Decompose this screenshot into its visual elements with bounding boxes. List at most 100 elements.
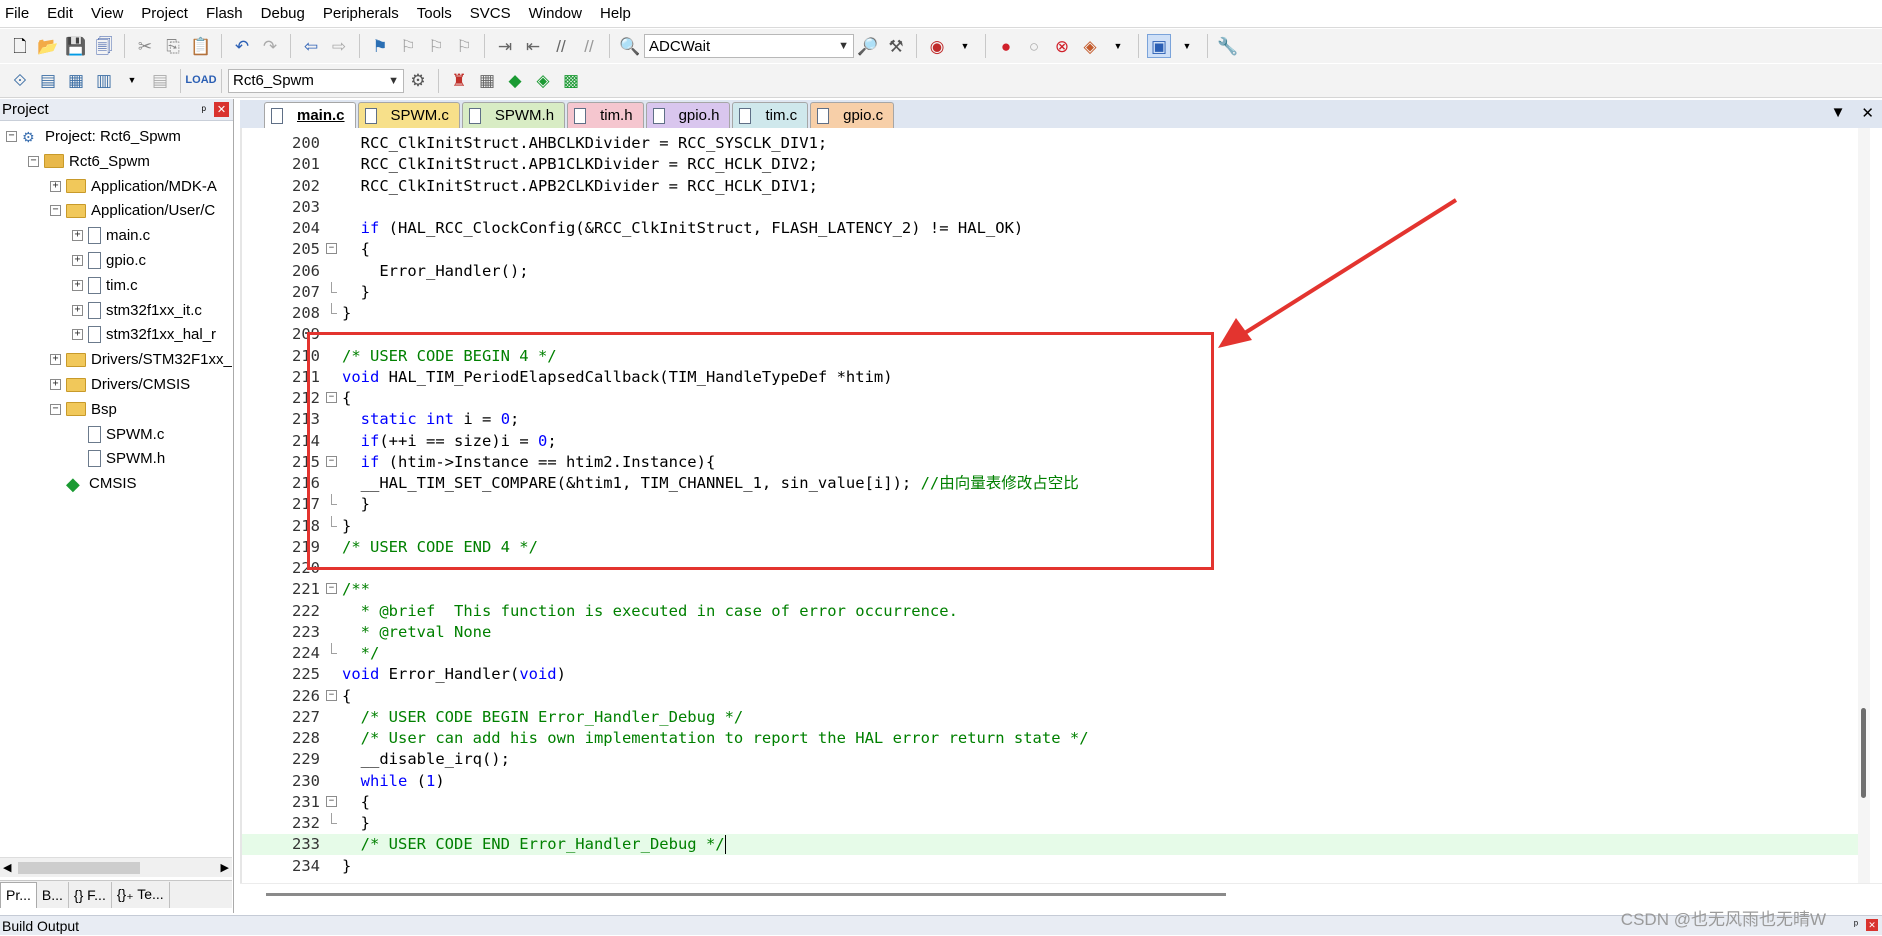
menu-item-window[interactable]: Window xyxy=(520,0,591,28)
menu-item-edit[interactable]: Edit xyxy=(38,0,82,28)
menu-item-svcs[interactable]: SVCS xyxy=(461,0,520,28)
find-icon[interactable]: 🔎 xyxy=(856,34,880,58)
close-icon[interactable]: ✕ xyxy=(214,102,229,117)
menu-item-peripherals[interactable]: Peripherals xyxy=(314,0,408,28)
tree-node[interactable]: + stm32f1xx_it.c xyxy=(72,298,202,323)
tree-node[interactable]: + tim.c xyxy=(72,273,138,298)
undo-icon[interactable]: ↶ xyxy=(230,34,254,58)
editor-tab[interactable]: gpio.h xyxy=(645,102,731,128)
open-folder-icon[interactable]: 📂 xyxy=(36,34,60,58)
menu-item-project[interactable]: Project xyxy=(132,0,197,28)
expand-icon[interactable]: + xyxy=(72,304,83,316)
code-line[interactable]: 208} xyxy=(242,303,1870,324)
code-line[interactable]: 201 RCC_ClkInitStruct.APB1CLKDivider = R… xyxy=(242,154,1870,175)
tree-horizontal-scrollbar[interactable]: ◀ ▶ xyxy=(0,857,232,877)
tree-node[interactable]: − Bsp xyxy=(50,397,117,422)
tree-node[interactable]: − Rct6_Spwm xyxy=(28,149,150,174)
menu-item-flash[interactable]: Flash xyxy=(197,0,252,28)
code-line[interactable]: 210 /* USER CODE BEGIN 4 */ xyxy=(242,346,1870,367)
target-options-icon[interactable]: ⚙ xyxy=(406,69,430,93)
breakpoint-disable-all-icon[interactable]: ◈ xyxy=(1078,34,1102,58)
bookmark-prev-icon[interactable]: ⚐ xyxy=(396,34,420,58)
collapse-icon[interactable]: − xyxy=(50,403,61,415)
panel-tab[interactable]: {}₊ Te... xyxy=(112,881,170,908)
editor-vertical-scrollbar[interactable] xyxy=(1858,128,1870,883)
expand-icon[interactable]: + xyxy=(50,354,61,366)
nav-back-icon[interactable]: ⇦ xyxy=(299,34,323,58)
find-in-files-icon[interactable]: 🔍 xyxy=(618,34,642,58)
menu-item-file[interactable]: File xyxy=(0,0,38,28)
new-file-icon[interactable]: 🗋 xyxy=(8,34,32,58)
tree-node[interactable]: + Application/MDK-A xyxy=(50,174,217,199)
fold-gutter[interactable]: − xyxy=(326,452,338,473)
code-line[interactable]: 205− { xyxy=(242,239,1870,260)
tree-node[interactable]: + stm32f1xx_hal_r xyxy=(72,322,216,347)
code-line[interactable]: 214 if(++i == size)i = 0; xyxy=(242,431,1870,452)
bookmark-next-icon[interactable]: ⚐ xyxy=(424,34,448,58)
collapse-icon[interactable]: − xyxy=(326,689,337,701)
menu-item-view[interactable]: View xyxy=(82,0,132,28)
editor-horizontal-scrollbar[interactable] xyxy=(240,883,1882,903)
code-line[interactable]: 209 xyxy=(242,324,1870,345)
expand-icon[interactable]: + xyxy=(72,255,83,266)
code-line[interactable]: 230 while (1) xyxy=(242,771,1870,792)
tree-node[interactable]: + main.c xyxy=(72,223,150,248)
code-line[interactable]: 217 } xyxy=(242,494,1870,515)
comment-icon[interactable]: // xyxy=(549,34,573,58)
editor-tab[interactable]: gpio.c xyxy=(810,102,895,128)
stop-build-icon[interactable]: ▤ xyxy=(148,69,172,93)
chevron-down-icon[interactable]: ▼ xyxy=(953,34,977,58)
wrench-icon[interactable]: 🔧 xyxy=(1216,34,1240,58)
panel-tab[interactable]: B... xyxy=(37,881,69,908)
code-line[interactable]: 213 static int i = 0; xyxy=(242,409,1870,430)
run-time-env-icon[interactable]: ▩ xyxy=(559,69,583,93)
bookmark-clear-icon[interactable]: ⚐ xyxy=(452,34,476,58)
debug-session-icon[interactable]: ◉ xyxy=(925,34,949,58)
code-line[interactable]: 223 * @retval None xyxy=(242,622,1870,643)
tree-node[interactable]: + Drivers/CMSIS xyxy=(50,372,190,397)
uncomment-icon[interactable]: // xyxy=(577,34,601,58)
breakpoint-disable-icon[interactable]: ○ xyxy=(1022,34,1046,58)
copy-icon[interactable]: ⎘ xyxy=(161,34,185,58)
file-extensions-icon[interactable]: ▦ xyxy=(475,69,499,93)
code-line[interactable]: 218} xyxy=(242,515,1870,537)
fold-gutter[interactable]: − xyxy=(326,239,338,260)
panel-tab[interactable]: Pr... xyxy=(0,881,37,908)
breakpoint-icon[interactable]: ● xyxy=(994,34,1018,58)
code-line[interactable]: 206 Error_Handler(); xyxy=(242,261,1870,282)
fold-gutter[interactable]: − xyxy=(326,792,338,813)
scrollbar-thumb[interactable] xyxy=(1861,708,1866,798)
code-line[interactable]: 207 } xyxy=(242,281,1870,303)
code-line[interactable]: 211 void HAL_TIM_PeriodElapsedCallback(TI… xyxy=(242,367,1870,388)
tree-node[interactable]: − ⚙ Project: Rct6_Spwm xyxy=(6,124,181,149)
editor-tab[interactable]: tim.c xyxy=(732,102,809,128)
code-line[interactable]: 202 RCC_ClkInitStruct.APB2CLKDivider = R… xyxy=(242,176,1870,197)
collapse-icon[interactable]: − xyxy=(326,583,337,595)
find-combo[interactable]: ADCWait ▼ xyxy=(644,34,854,58)
incremental-find-icon[interactable]: ⚒ xyxy=(884,34,908,58)
scrollbar-thumb[interactable] xyxy=(266,893,1226,896)
collapse-icon[interactable]: − xyxy=(28,155,39,167)
code-line[interactable]: 200 RCC_ClkInitStruct.AHBCLKDivider = RC… xyxy=(242,133,1870,154)
fold-gutter[interactable]: − xyxy=(326,686,338,707)
redo-icon[interactable]: ↷ xyxy=(258,34,282,58)
select-packs-icon[interactable]: ◆ xyxy=(503,69,527,93)
code-editor[interactable]: 200 RCC_ClkInitStruct.AHBCLKDivider = RC… xyxy=(240,128,1870,883)
chevron-down-icon[interactable]: ▼ xyxy=(1175,34,1199,58)
code-line[interactable]: 203 xyxy=(242,197,1870,218)
code-line[interactable]: 204 if (HAL_RCC_ClockConfig(&RCC_ClkInit… xyxy=(242,218,1870,239)
tree-node[interactable]: SPWM.h xyxy=(72,446,165,471)
code-line[interactable]: 232 } xyxy=(242,813,1870,834)
save-icon[interactable]: 💾 xyxy=(64,34,88,58)
translate-icon[interactable]: ⟐ xyxy=(8,69,32,93)
code-line[interactable]: 225 void Error_Handler(void) xyxy=(242,664,1870,685)
code-line[interactable]: 216 __HAL_TIM_SET_COMPARE(&htim1, TIM_CH… xyxy=(242,473,1870,494)
code-line[interactable]: 226−{ xyxy=(242,686,1870,707)
code-line[interactable]: 231− { xyxy=(242,792,1870,813)
collapse-icon[interactable]: − xyxy=(6,131,17,142)
code-line[interactable]: 228 /* User can add his own implementati… xyxy=(242,728,1870,749)
window-layout-icon[interactable]: ▣ xyxy=(1147,34,1171,58)
tree-node[interactable]: + Drivers/STM32F1xx_ xyxy=(50,347,232,372)
fold-gutter[interactable]: − xyxy=(326,388,338,409)
scroll-right-icon[interactable]: ▶ xyxy=(221,861,229,874)
